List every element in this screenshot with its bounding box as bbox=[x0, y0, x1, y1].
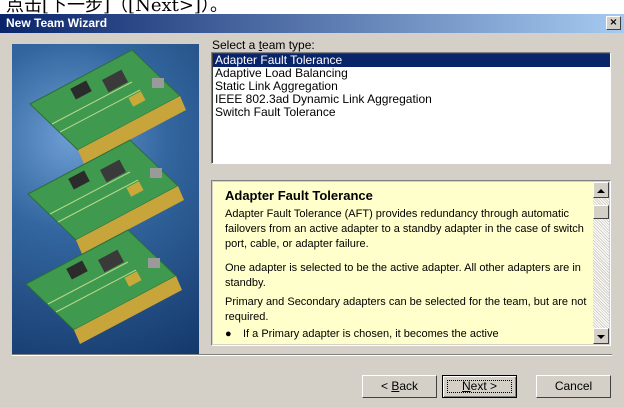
page-caption: 点击[下一步]（[Next>]）。 bbox=[6, 0, 228, 14]
button-separator bbox=[12, 354, 612, 356]
arrow-up-icon bbox=[597, 189, 605, 193]
circuit-board-3 bbox=[25, 229, 182, 344]
scroll-thumb[interactable] bbox=[593, 205, 609, 219]
team-type-listbox[interactable]: Adapter Fault Tolerance Adaptive Load Ba… bbox=[211, 52, 611, 164]
window-title: New Team Wizard bbox=[6, 16, 108, 30]
cancel-button[interactable]: Cancel bbox=[536, 375, 611, 398]
page-caption-strip: 点击[下一步]（[Next>]）。 bbox=[0, 0, 624, 14]
description-panel: Adapter Fault Tolerance Adapter Fault To… bbox=[211, 180, 611, 346]
scroll-up-button[interactable] bbox=[593, 182, 609, 198]
description-title: Adapter Fault Tolerance bbox=[225, 188, 373, 203]
circuit-boards-image bbox=[25, 49, 186, 344]
next-button[interactable]: Next > bbox=[442, 375, 517, 398]
description-bullet: ● If a Primary adapter is chosen, it beco… bbox=[225, 328, 499, 340]
back-button[interactable]: < Back bbox=[362, 375, 437, 398]
description-paragraph: Primary and Secondary adapters can be se… bbox=[225, 296, 587, 323]
arrow-down-icon bbox=[597, 335, 605, 339]
scroll-down-button[interactable] bbox=[593, 328, 609, 344]
bullet-icon: ● bbox=[225, 328, 232, 340]
team-type-label: Select a team type: bbox=[212, 38, 315, 52]
description-content: Adapter Fault Tolerance Adapter Fault To… bbox=[213, 182, 593, 344]
title-bar[interactable]: New Team Wizard × bbox=[0, 14, 624, 33]
description-scrollbar[interactable] bbox=[593, 182, 609, 344]
focus-rectangle bbox=[447, 380, 512, 393]
close-icon: × bbox=[609, 17, 618, 28]
network-cards-illustration bbox=[12, 44, 199, 354]
circuit-board-2 bbox=[27, 139, 184, 254]
description-paragraph: Adapter Fault Tolerance (AFT) provides r… bbox=[225, 208, 584, 250]
team-type-option-switch-fault-tolerance[interactable]: Switch Fault Tolerance bbox=[213, 106, 610, 119]
circuit-board-1 bbox=[29, 49, 186, 164]
description-paragraph: One adapter is selected to be the active… bbox=[225, 262, 581, 289]
wizard-window: New Team Wizard × Select a team type: Ad… bbox=[0, 14, 624, 407]
close-button[interactable]: × bbox=[606, 16, 621, 30]
